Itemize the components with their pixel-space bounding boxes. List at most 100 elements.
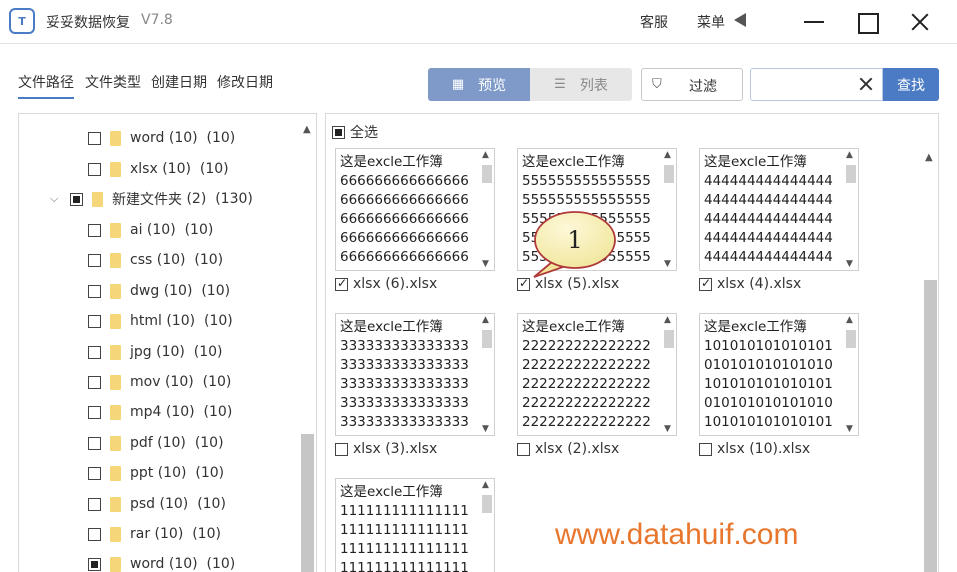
tree-scrollbar[interactable]: ▲ xyxy=(299,114,316,572)
tree-item[interactable]: ai (10) (10) xyxy=(88,219,213,241)
close-button[interactable] xyxy=(906,8,934,36)
scroll-down-icon[interactable]: ▼ xyxy=(482,259,489,269)
file-checkbox[interactable] xyxy=(517,442,530,456)
scroll-up-icon[interactable]: ▲ xyxy=(664,315,671,325)
menu-arrow-icon[interactable] xyxy=(734,13,746,27)
tab-created-date[interactable]: 创建日期 xyxy=(151,72,207,92)
tree-item[interactable]: html (10) (10) xyxy=(88,310,233,332)
preview-scrollbar[interactable]: ▲ ▼ xyxy=(662,149,676,270)
tree-item[interactable]: ⌵ 新建文件夹 (2) (130) xyxy=(50,188,253,210)
file-preview[interactable]: 这是excle工作簿 111111111111111 1111111111111… xyxy=(335,478,495,572)
expand-arrow-icon[interactable]: ⌵ xyxy=(50,192,62,206)
preview-scrollbar[interactable]: ▲ xyxy=(480,479,494,572)
filter-button[interactable]: ⛉ 过滤 xyxy=(641,68,743,101)
tree-checkbox[interactable] xyxy=(88,223,101,237)
preview-panel-scrollbar[interactable]: ▲ xyxy=(922,150,938,572)
preview-view-button[interactable]: ▦ 预览 xyxy=(428,68,530,101)
file-label[interactable]: xlsx (2).xlsx xyxy=(517,441,619,457)
minimize-button[interactable] xyxy=(800,8,828,36)
list-view-button[interactable]: ☰ 列表 xyxy=(530,68,632,101)
tree-item[interactable]: mp4 (10) (10) xyxy=(88,401,232,423)
preview-scroll-thumb[interactable] xyxy=(482,495,492,513)
preview-panel-scroll-thumb[interactable] xyxy=(924,280,937,572)
tree-checkbox[interactable] xyxy=(88,527,101,541)
tree-checkbox[interactable] xyxy=(88,497,101,511)
select-all[interactable]: 全选 xyxy=(332,122,378,142)
customer-service-link[interactable]: 客服 xyxy=(640,12,668,32)
scroll-up-icon[interactable]: ▲ xyxy=(482,150,489,160)
tree-checkbox[interactable] xyxy=(88,466,101,480)
preview-scroll-thumb[interactable] xyxy=(664,330,674,348)
tree-item[interactable]: rar (10) (10) xyxy=(88,523,221,545)
tree-checkbox[interactable] xyxy=(88,557,101,571)
file-checkbox[interactable] xyxy=(517,276,530,291)
tree-item[interactable]: xlsx (10) (10) xyxy=(88,158,229,180)
tree-item[interactable]: jpg (10) (10) xyxy=(88,341,223,363)
scroll-down-icon[interactable]: ▼ xyxy=(664,259,671,269)
tree-scroll-thumb[interactable] xyxy=(301,434,314,572)
file-checkbox[interactable] xyxy=(699,442,712,456)
scroll-up-icon[interactable]: ▲ xyxy=(846,315,853,325)
preview-scroll-thumb[interactable] xyxy=(846,330,856,348)
preview-scroll-thumb[interactable] xyxy=(664,165,674,183)
file-label[interactable]: xlsx (6).xlsx xyxy=(335,276,437,292)
tree-checkbox[interactable] xyxy=(88,436,101,450)
scroll-up-icon[interactable]: ▲ xyxy=(482,315,489,325)
preview-scrollbar[interactable]: ▲ ▼ xyxy=(662,314,676,435)
file-checkbox[interactable] xyxy=(335,276,348,291)
scroll-down-icon[interactable]: ▼ xyxy=(664,424,671,434)
file-label[interactable]: xlsx (5).xlsx xyxy=(517,276,619,292)
tree-checkbox[interactable] xyxy=(88,162,101,176)
tree-item[interactable]: css (10) (10) xyxy=(88,249,223,271)
tree-checkbox[interactable] xyxy=(88,405,101,419)
preview-scroll-thumb[interactable] xyxy=(846,165,856,183)
tab-file-type[interactable]: 文件类型 xyxy=(85,72,141,92)
scroll-up-icon[interactable]: ▲ xyxy=(846,150,853,160)
file-preview[interactable]: 这是excle工作簿 444444444444444 4444444444444… xyxy=(699,148,859,271)
file-checkbox[interactable] xyxy=(699,276,712,291)
preview-scrollbar[interactable]: ▲ ▼ xyxy=(480,149,494,270)
preview-scroll-thumb[interactable] xyxy=(482,330,492,348)
tree-checkbox[interactable] xyxy=(88,253,101,267)
scroll-up-icon[interactable]: ▲ xyxy=(482,480,489,490)
file-label[interactable]: xlsx (10).xlsx xyxy=(699,441,810,457)
tab-modified-date[interactable]: 修改日期 xyxy=(217,72,273,92)
file-label[interactable]: xlsx (4).xlsx xyxy=(699,276,801,292)
scroll-down-icon[interactable]: ▼ xyxy=(846,424,853,434)
tree-item[interactable]: word (10) (10) xyxy=(88,127,235,149)
tree-item[interactable]: psd (10) (10) xyxy=(88,493,226,515)
maximize-button[interactable] xyxy=(853,8,881,36)
file-checkbox[interactable] xyxy=(335,442,348,456)
tab-file-path[interactable]: 文件路径 xyxy=(18,72,74,99)
tree-checkbox[interactable] xyxy=(88,345,101,359)
search-button[interactable]: 查找 xyxy=(883,68,939,101)
file-preview[interactable]: 这是excle工作簿 333333333333333 3333333333333… xyxy=(335,313,495,436)
select-all-checkbox[interactable] xyxy=(332,125,345,139)
tree-checkbox[interactable] xyxy=(88,314,101,328)
scroll-up-icon[interactable]: ▲ xyxy=(664,150,671,160)
preview-scroll-thumb[interactable] xyxy=(482,165,492,183)
tree-checkbox[interactable] xyxy=(88,284,101,298)
tree-item[interactable]: ppt (10) (10) xyxy=(88,462,224,484)
file-preview[interactable]: 这是excle工作簿 101010101010101 0101010101010… xyxy=(699,313,859,436)
file-preview[interactable]: 这是excle工作簿 222222222222222 2222222222222… xyxy=(517,313,677,436)
scroll-down-icon[interactable]: ▼ xyxy=(846,259,853,269)
menu-link[interactable]: 菜单 xyxy=(697,12,725,32)
preview-scrollbar[interactable]: ▲ ▼ xyxy=(844,314,858,435)
tree-item[interactable]: pdf (10) (10) xyxy=(88,432,224,454)
file-preview[interactable]: 这是excle工作簿 555555555555555 5555555555555… xyxy=(517,148,677,271)
tree-checkbox[interactable] xyxy=(70,192,83,206)
preview-scrollbar[interactable]: ▲ ▼ xyxy=(844,149,858,270)
tree-item[interactable]: dwg (10) (10) xyxy=(88,280,230,302)
tree-checkbox[interactable] xyxy=(88,375,101,389)
tree-item[interactable]: word (10) (10) xyxy=(88,553,235,572)
scroll-up-icon[interactable]: ▲ xyxy=(925,152,933,163)
file-preview[interactable]: 这是excle工作簿 666666666666666 6666666666666… xyxy=(335,148,495,271)
scroll-up-icon[interactable]: ▲ xyxy=(303,124,311,135)
scroll-down-icon[interactable]: ▼ xyxy=(482,424,489,434)
preview-scrollbar[interactable]: ▲ ▼ xyxy=(480,314,494,435)
tree-item[interactable]: mov (10) (10) xyxy=(88,371,231,393)
clear-search-icon[interactable] xyxy=(855,71,877,97)
tree-checkbox[interactable] xyxy=(88,131,101,145)
file-label[interactable]: xlsx (3).xlsx xyxy=(335,441,437,457)
